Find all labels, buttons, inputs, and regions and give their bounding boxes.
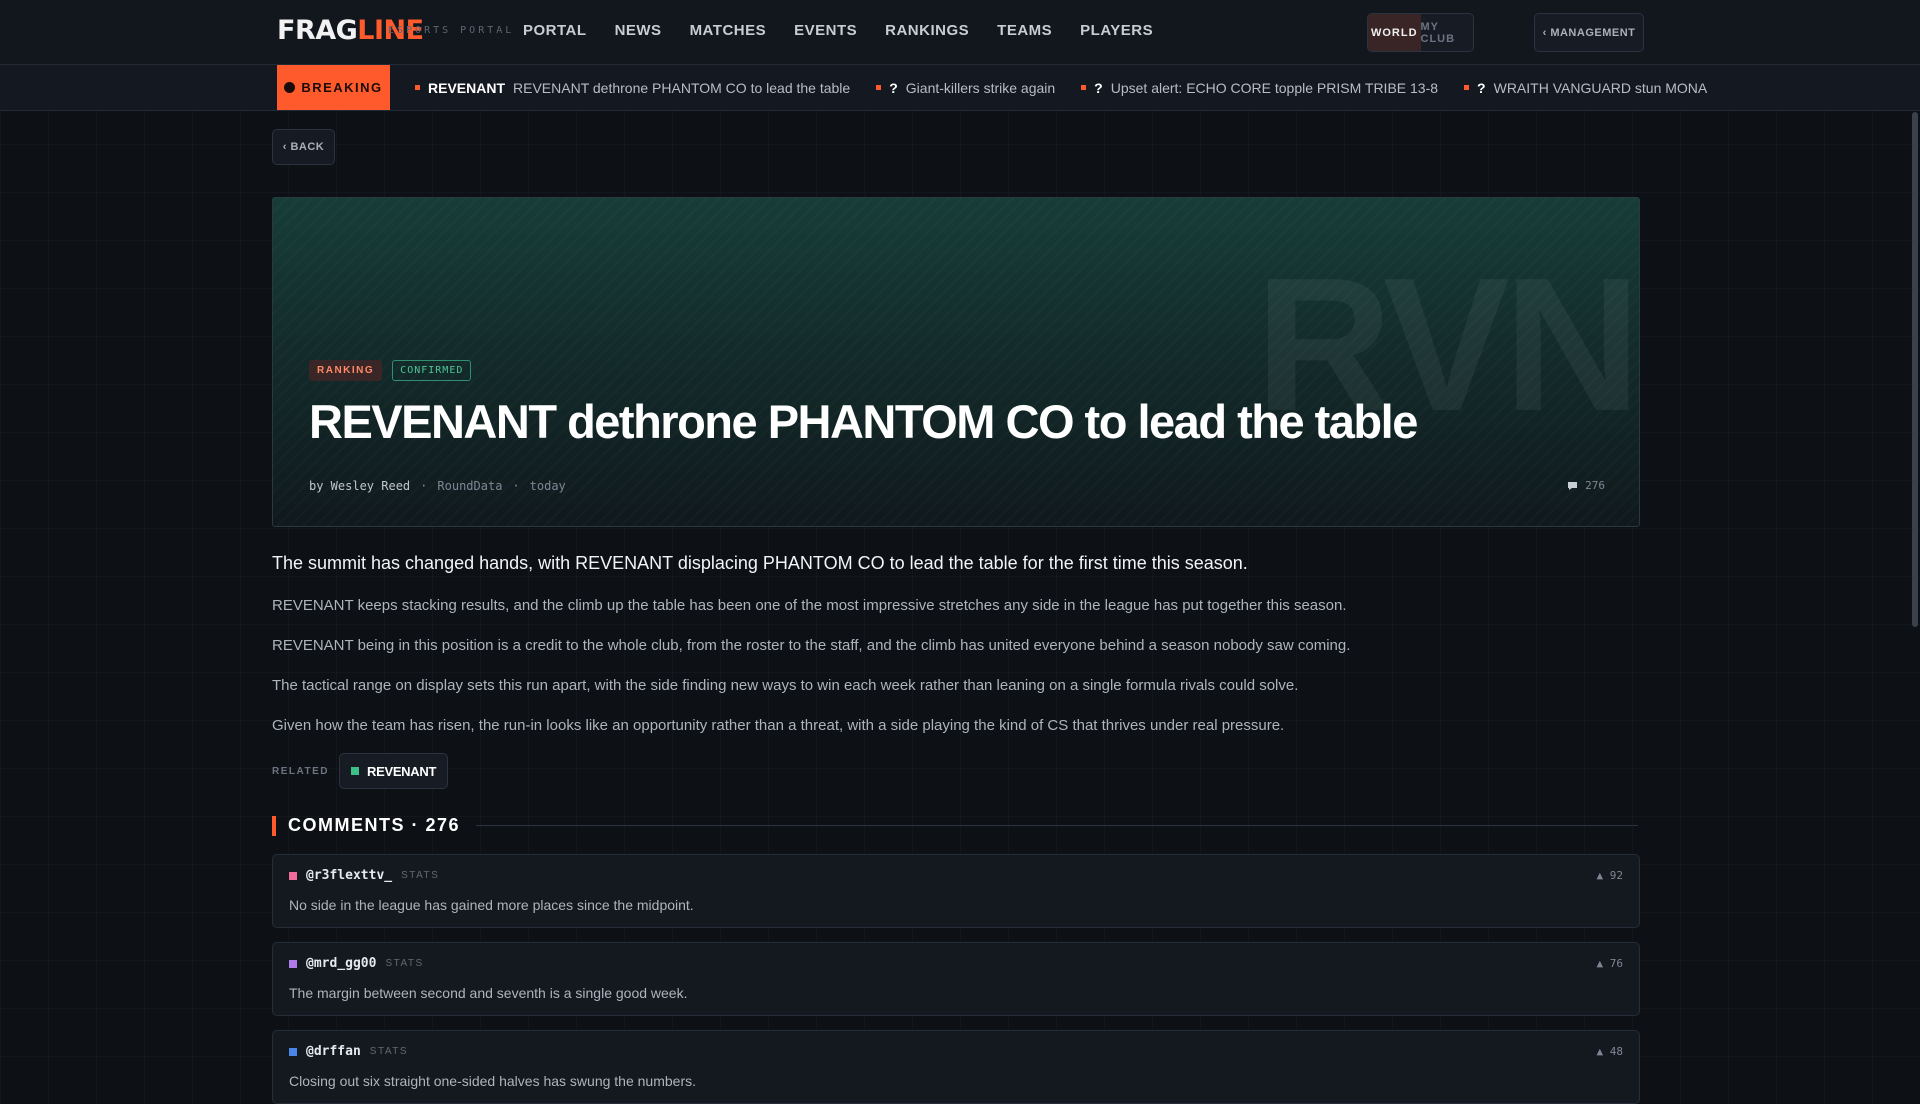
nav-item-rankings[interactable]: RANKINGS [885,22,969,39]
main-nav: PORTAL NEWS MATCHES EVENTS RANKINGS TEAM… [523,22,1153,39]
article-date: today [529,479,566,493]
comment-bubble-icon [1568,481,1578,490]
brand-subtitle: ESPORTS PORTAL [388,25,515,36]
comment-card: @r3flexttv_ STATS No side in the league … [272,854,1640,928]
related-label: RELATED [272,765,329,777]
comment-text: The margin between second and seventh is… [289,985,688,1001]
comments-title: COMMENTS · 276 [288,815,461,835]
scope-toggle: WORLD MY CLUB [1367,13,1474,52]
nav-item-portal[interactable]: PORTAL [523,22,587,39]
related-team-chip[interactable]: REVENANT [338,753,449,789]
scope-my-club-button[interactable]: MY CLUB [1421,14,1474,51]
article-hero: RVN RANKING CONFIRMED REVENANT dethrone … [272,197,1640,527]
comment-count[interactable]: 276 [1567,479,1605,492]
upvote-count[interactable]: ▲ 48 [1597,1045,1624,1058]
bullet-icon [1081,85,1087,90]
comment-text: Closing out six straight one-sided halve… [289,1073,696,1089]
article-paragraph: Given how the team has risen, the run-in… [272,717,1285,734]
comment-text: No side in the league has gained more pl… [289,897,694,913]
comment-role: STATS [369,1046,409,1057]
article-tags: RANKING CONFIRMED [309,360,472,381]
article-source: RoundData [437,479,503,493]
article-paragraph: REVENANT being in this position is a cre… [272,637,1351,654]
nav-item-news[interactable]: NEWS [615,22,662,39]
related-section: RELATED REVENANT [272,753,449,789]
status-badge: CONFIRMED [392,360,472,381]
comment-handle[interactable]: @mrd_gg00 [306,956,376,971]
comments-header: COMMENTS · 276 [272,815,1638,836]
ticker-item[interactable]: REVENANT REVENANT dethrone PHANTOM CO to … [415,80,850,96]
bullet-icon [876,85,882,90]
team-color-swatch [350,767,359,775]
nav-item-teams[interactable]: TEAMS [997,22,1052,39]
article-byline: by Wesley Reed · RoundData · today [309,479,566,493]
ticker-item[interactable]: ? Giant-killers strike again [876,80,1055,96]
article-headline: REVENANT dethrone PHANTOM CO to lead the… [309,395,1418,448]
ticker-item[interactable]: ? Upset alert: ECHO CORE topple PRISM TRI… [1081,80,1438,96]
scope-world-button[interactable]: WORLD [1368,14,1421,51]
back-button[interactable]: ‹ BACK [272,129,335,165]
article-author[interactable]: by Wesley Reed [309,479,410,493]
category-tag: RANKING [309,360,383,381]
comment-card: @mrd_gg00 STATS The margin between secon… [272,942,1640,1016]
article-lede: The summit has changed hands, with REVEN… [272,553,1248,573]
comment-role: STATS [401,870,440,881]
upvote-count[interactable]: ▲ 76 [1597,957,1624,970]
bullet-icon [1464,85,1470,90]
ticker-items: REVENANT REVENANT dethrone PHANTOM CO to … [415,65,1707,110]
scrollbar-thumb[interactable] [1912,112,1918,627]
nav-item-players[interactable]: PLAYERS [1080,22,1153,39]
ticker-item[interactable]: ? WRAITH VANGUARD stun MONA [1464,80,1707,96]
section-accent-bar [272,815,276,836]
breaking-label: BREAKING [277,65,390,110]
breaking-ticker: BREAKING REVENANT REVENANT dethrone PHANT… [0,65,1920,111]
upvote-count[interactable]: ▲ 92 [1597,869,1624,882]
live-dot-icon [284,82,296,93]
comment-role: STATS [385,958,424,969]
byline-separator: · [512,479,520,493]
article-paragraph: REVENANT keeps stacking results, and the… [272,597,1347,614]
comment-card: @drffan STATS Closing out six straight o… [272,1030,1640,1104]
top-nav-bar: FRAGLINE ESPORTS PORTAL PORTAL NEWS MATC… [0,0,1920,65]
comment-handle[interactable]: @drffan [306,1044,361,1059]
article-paragraph: The tactical range on display sets this … [272,677,1299,694]
nav-item-matches[interactable]: MATCHES [690,22,767,39]
bullet-icon [415,85,420,90]
comment-handle[interactable]: @r3flexttv_ [306,868,392,883]
management-button[interactable]: ‹ MANAGEMENT [1534,13,1644,52]
nav-item-events[interactable]: EVENTS [794,22,857,39]
user-color-swatch [289,871,297,880]
byline-separator: · [420,479,428,493]
divider [476,825,1638,826]
user-color-swatch [289,959,297,968]
user-color-swatch [289,1047,297,1056]
